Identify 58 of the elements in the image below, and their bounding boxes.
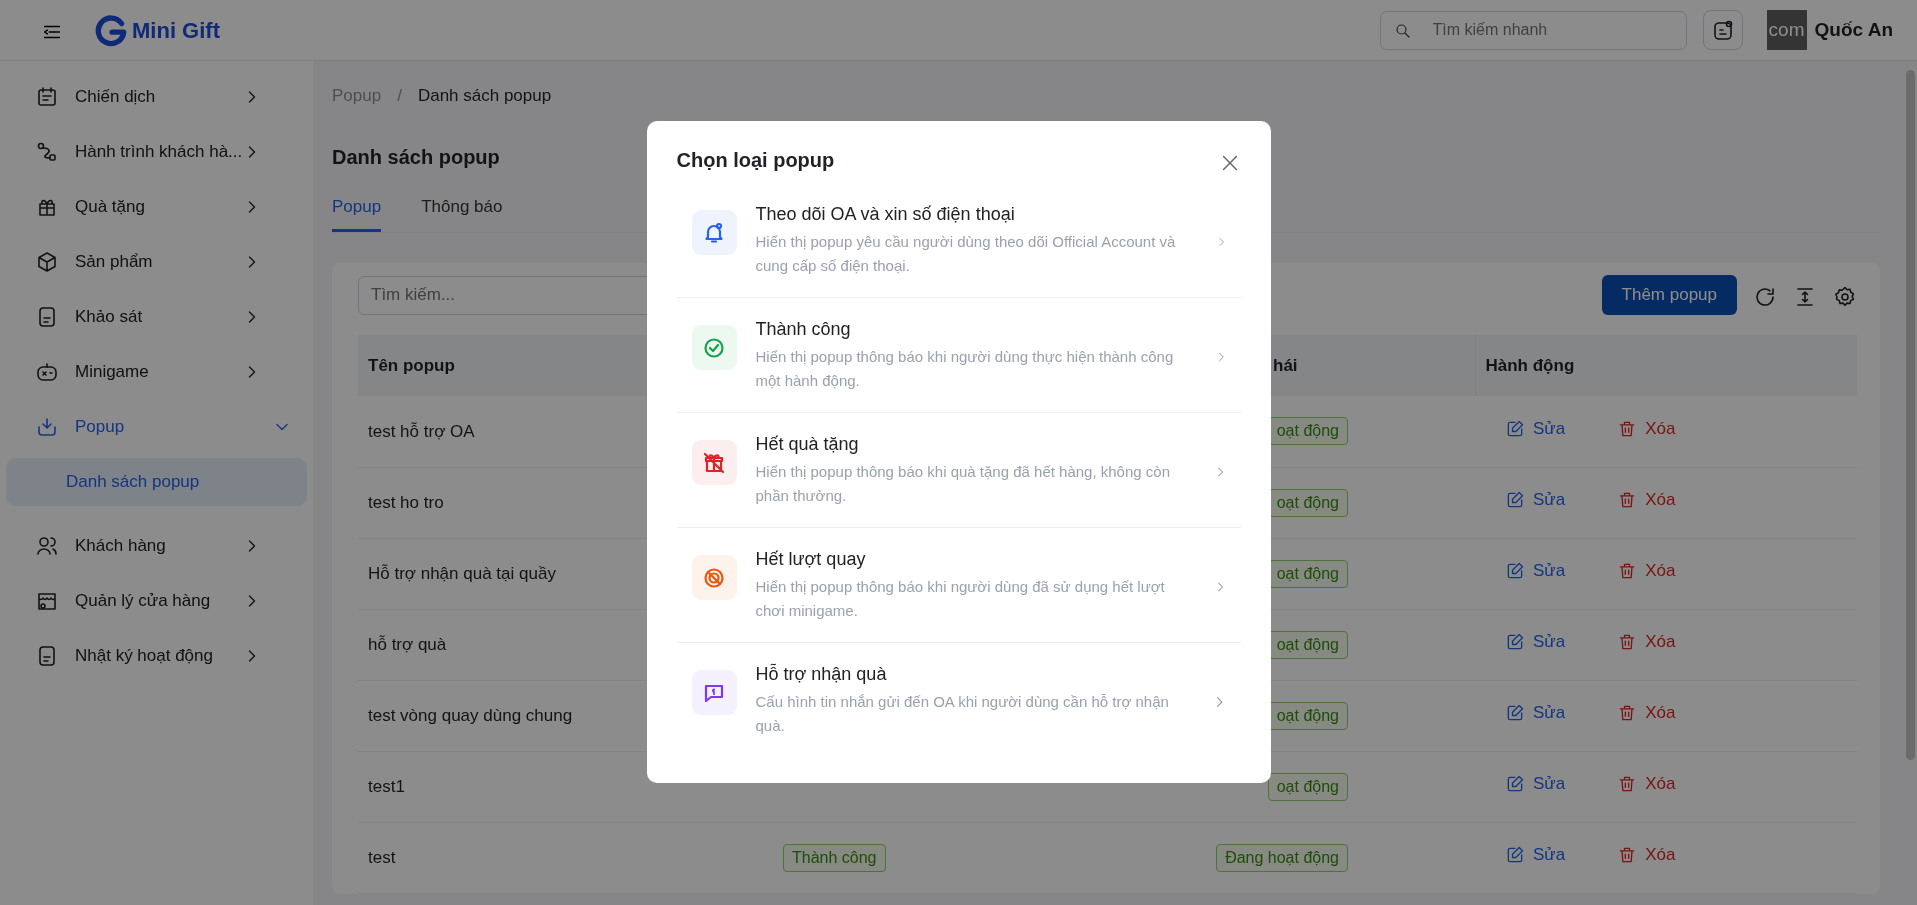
edit-link[interactable]: Sửa	[1505, 629, 1566, 655]
breadcrumb-separator: /	[397, 85, 402, 107]
popup-type-option[interactable]: Hết lượt quay Hiển thị popup thông báo khi người dùng đã sử dụng hết lượt chơi minigame.	[676, 528, 1241, 643]
page-title: Danh sách popup	[332, 144, 500, 170]
tab[interactable]: Thông báo	[421, 193, 503, 232]
popup-type-option[interactable]: Theo dõi OA và xin số điện thoại Hiển thị popup yêu cầu người dùng theo dõi Official Account và cung cấp số điện thoại.	[676, 183, 1241, 298]
sidebar-item[interactable]: Minigame	[0, 344, 313, 399]
sidebar-item[interactable]: Popup	[0, 399, 313, 454]
sidebar-item[interactable]: Khách hàng	[0, 518, 313, 573]
edit-icon	[1505, 418, 1525, 439]
status-tag: oạt động	[1267, 772, 1348, 801]
notification-button[interactable]	[1702, 10, 1743, 50]
logo-text: Mini Gift	[132, 16, 220, 45]
delete-link[interactable]: Xóa	[1617, 629, 1676, 655]
sidebar-item[interactable]: Sản phẩm	[0, 234, 313, 289]
scrollbar[interactable]	[1906, 70, 1915, 760]
sidebar-item[interactable]: Quản lý cửa hàng	[0, 573, 313, 628]
sidebar-subitem[interactable]: Danh sách popup	[6, 458, 307, 506]
sidebar-item[interactable]: Hành trình khách hà...	[0, 124, 313, 179]
breadcrumb-current: Danh sách popup	[417, 85, 552, 107]
edit-link[interactable]: Sửa	[1505, 558, 1566, 584]
menu-item-icon	[35, 84, 59, 109]
edit-link[interactable]: Sửa	[1505, 700, 1566, 726]
sidebar-item[interactable]: Khảo sát	[0, 289, 313, 344]
column-header: hái	[1273, 355, 1298, 375]
delete-link[interactable]: Xóa	[1617, 771, 1676, 797]
popup-type-option[interactable]: Thành công Hiển thị popup thông báo khi người dùng thực hiện thành công một hành động.	[676, 298, 1241, 413]
edit-link[interactable]: Sửa	[1505, 416, 1566, 442]
delete-link[interactable]: Xóa	[1617, 487, 1676, 513]
user-name: Quốc An	[1814, 17, 1893, 42]
menu-item-icon	[35, 249, 59, 274]
delete-link[interactable]: Xóa	[1617, 842, 1676, 868]
option-title: Theo dõi OA và xin số điện thoại	[755, 203, 1016, 226]
popup-type-option[interactable]: Hết quà tặng Hiển thị popup thông báo khi quà tặng đã hết hàng, không còn phần thưởng.	[676, 413, 1241, 528]
status-tag: Đang hoạt động	[1216, 843, 1348, 872]
option-description: Hiển thị popup yêu cầu người dùng theo dõi Official Account và cung cấp số điện thoại.	[755, 232, 1177, 276]
delete-link[interactable]: Xóa	[1617, 700, 1676, 726]
delete-link[interactable]: Xóa	[1617, 558, 1676, 584]
sidebar-item[interactable]: Nhật ký hoạt động	[0, 628, 313, 683]
user-avatar: com	[1766, 10, 1807, 50]
edit-link[interactable]: Sửa	[1505, 771, 1566, 797]
logo-icon	[94, 13, 128, 47]
modal-title: Chọn loại popup	[676, 148, 835, 173]
sidebar-item[interactable]: Quà tặng	[0, 179, 313, 234]
edit-link[interactable]: Sửa	[1505, 842, 1566, 868]
settings-icon	[1833, 284, 1857, 309]
search-field[interactable]: Tìm kiếm nhanh	[1379, 10, 1687, 50]
table-cell: test	[358, 822, 760, 893]
breadcrumb-link[interactable]: Popup	[332, 83, 382, 109]
edit-link[interactable]: Sửa	[1505, 487, 1566, 513]
search-field[interactable]: Tìm kiếm...	[358, 275, 649, 315]
tab[interactable]: Popup	[332, 193, 382, 232]
sidebar-item[interactable]: Chiến dịch	[0, 69, 313, 124]
column-header: Hành động	[1485, 355, 1575, 375]
add-popup-button[interactable]: Thêm popup	[1601, 275, 1737, 315]
type-tag: Thành công	[783, 843, 886, 872]
delete-link[interactable]: Xóa	[1617, 416, 1676, 442]
search-icon	[1393, 21, 1412, 40]
